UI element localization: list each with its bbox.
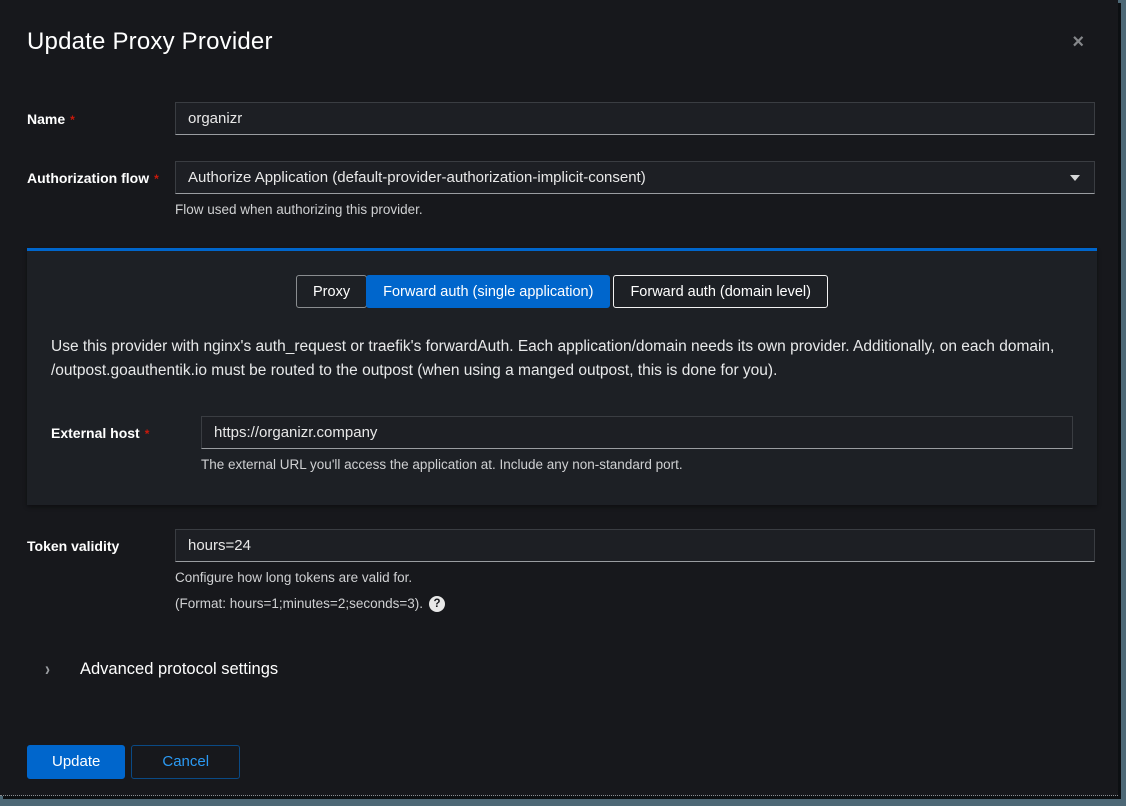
mode-toggle-group: Proxy Forward auth (single application) … — [51, 275, 1073, 308]
token-validity-help-line1: Configure how long tokens are valid for. — [175, 568, 1095, 588]
toggle-proxy[interactable]: Proxy — [296, 275, 367, 308]
modal-footer: Update Cancel — [0, 745, 1118, 779]
required-asterisk: * — [145, 427, 150, 441]
name-label-text: Name — [27, 111, 65, 127]
external-host-cell: The external URL you'll access the appli… — [201, 416, 1073, 475]
chevron-right-icon: › — [45, 658, 50, 680]
external-host-input[interactable] — [201, 416, 1073, 449]
name-field-cell — [175, 102, 1095, 135]
required-asterisk: * — [154, 172, 159, 186]
cancel-button[interactable]: Cancel — [131, 745, 240, 779]
name-label: Name * — [27, 102, 175, 135]
chevron-down-icon — [1070, 175, 1080, 181]
authorization-flow-row: Authorization flow * Authorize Applicatio… — [27, 161, 1095, 220]
advanced-protocol-settings-expander[interactable]: › Advanced protocol settings — [27, 660, 278, 679]
toggle-forward-auth-single[interactable]: Forward auth (single application) — [366, 275, 610, 308]
provider-form: Name * Authorization flow * Authorize Appl… — [0, 56, 1118, 679]
token-validity-cell: Configure how long tokens are valid for.… — [175, 529, 1095, 612]
modal-header: Update Proxy Provider × — [0, 0, 1118, 56]
toggle-forward-auth-domain[interactable]: Forward auth (domain level) — [613, 275, 828, 308]
token-validity-row: Token validity Configure how long tokens… — [27, 529, 1095, 612]
external-host-label-text: External host — [51, 425, 140, 441]
authorization-flow-label: Authorization flow * — [27, 161, 175, 220]
token-validity-label: Token validity — [27, 529, 175, 612]
mode-description: Use this provider with nginx's auth_requ… — [51, 335, 1073, 383]
required-asterisk: * — [70, 113, 75, 127]
external-host-label: External host * — [51, 416, 201, 475]
authorization-flow-selected-value: Authorize Application (default-provider-… — [188, 169, 646, 186]
modal-title: Update Proxy Provider — [27, 28, 1091, 56]
token-validity-input[interactable] — [175, 529, 1095, 562]
authorization-flow-cell: Authorize Application (default-provider-… — [175, 161, 1095, 220]
close-icon[interactable]: × — [1072, 32, 1084, 52]
token-validity-format-text: (Format: hours=1;minutes=2;seconds=3). — [175, 596, 423, 611]
authorization-flow-label-text: Authorization flow — [27, 170, 149, 186]
update-button[interactable]: Update — [27, 745, 125, 779]
advanced-protocol-settings-label: Advanced protocol settings — [80, 660, 278, 679]
external-host-row: External host * The external URL you'll a… — [51, 416, 1073, 475]
name-field-row: Name * — [27, 102, 1095, 135]
name-input[interactable] — [175, 102, 1095, 135]
authorization-flow-select[interactable]: Authorize Application (default-provider-… — [175, 161, 1095, 194]
token-validity-help-line2: (Format: hours=1;minutes=2;seconds=3). ? — [175, 596, 1095, 612]
authorization-flow-help: Flow used when authorizing this provider… — [175, 200, 1095, 220]
external-host-help: The external URL you'll access the appli… — [201, 455, 1073, 475]
proxy-mode-card: Proxy Forward auth (single application) … — [27, 248, 1097, 504]
update-proxy-provider-modal: Update Proxy Provider × Name * Authorizat… — [0, 0, 1118, 796]
question-circle-icon: ? — [429, 596, 445, 612]
